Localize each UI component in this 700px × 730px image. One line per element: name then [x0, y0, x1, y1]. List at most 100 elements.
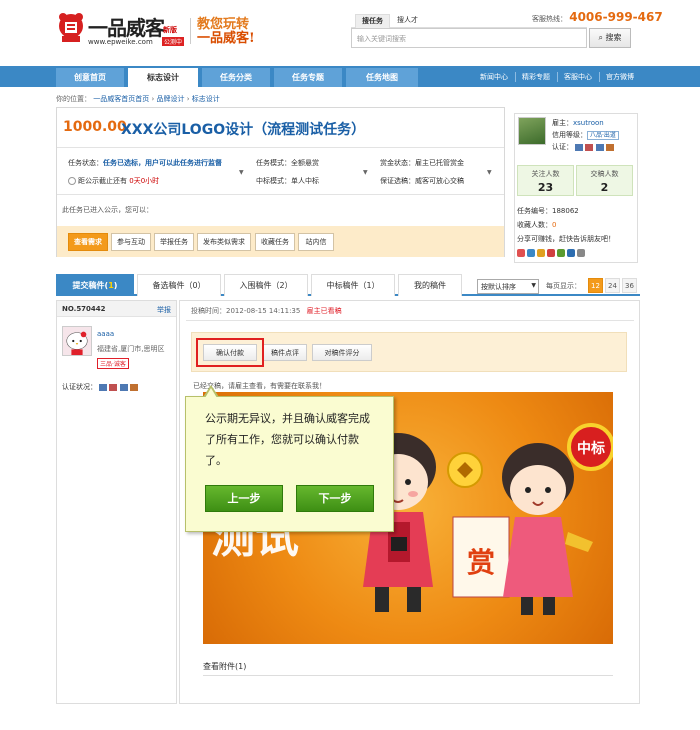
more-share-icon[interactable]: [577, 249, 585, 257]
breadcrumb-brand[interactable]: 品牌设计: [157, 95, 185, 103]
task-mode: 任务模式：全额悬赏: [256, 158, 319, 168]
breadcrumb-logo[interactable]: 标志设计: [192, 95, 220, 103]
favorite-task-button[interactable]: 收藏任务: [255, 233, 295, 251]
tab-submitted-label: 提交稿件: [72, 281, 105, 290]
author-level: 三品·诚客: [97, 358, 129, 369]
prev-step-button[interactable]: 上一步: [205, 485, 283, 512]
renren-icon[interactable]: [547, 249, 555, 257]
header-divider: [190, 18, 191, 44]
new-version-badge: 新版: [163, 26, 177, 34]
nav-link-service[interactable]: 客服中心: [564, 72, 592, 82]
auth-row: 认证：: [552, 142, 614, 152]
perpage-24[interactable]: 24: [605, 278, 620, 293]
reward-status: 赏金状态：雇主已托管赏金: [380, 158, 464, 168]
search-input[interactable]: 输入关键词搜索: [351, 28, 587, 48]
nav-link-specials[interactable]: 精彩专题: [522, 72, 550, 82]
search-icon: ⌕: [598, 33, 603, 42]
report-task-button[interactable]: 举报任务: [154, 233, 194, 251]
nav-item-topics[interactable]: 任务专题: [274, 68, 342, 87]
search-button[interactable]: ⌕ 搜索: [589, 28, 631, 48]
tab-submitted[interactable]: 提交稿件(1): [56, 274, 134, 296]
chevron-down-icon: ▼: [531, 282, 536, 289]
nav-link-news[interactable]: 新闻中心: [480, 72, 508, 82]
kaixin-icon[interactable]: [567, 249, 575, 257]
author-name[interactable]: aaaa: [97, 330, 114, 338]
tab-winners[interactable]: 中标稿件（1）: [311, 274, 395, 296]
next-step-button[interactable]: 下一步: [296, 485, 374, 512]
breadcrumb-prefix: 你的位置：: [56, 95, 91, 103]
join-interaction-button[interactable]: 参与互动: [111, 233, 151, 251]
reward-status-value: 雇主已托管赏金: [415, 159, 464, 167]
countdown-prefix: 距公示截止还有: [78, 177, 127, 185]
submit-time: 投稿时间：2012-08-15 14:11:35 雇主已看稿: [191, 306, 342, 316]
auth-icon: [99, 383, 108, 391]
author-avatar[interactable]: [62, 326, 92, 356]
tab-my-entries[interactable]: 我的稿件: [398, 274, 462, 296]
task-id-row: 任务编号：188062: [517, 206, 579, 216]
review-entry-button[interactable]: 稿件点评: [263, 344, 307, 361]
qzone-icon[interactable]: [537, 249, 545, 257]
nav-item-home[interactable]: 创意首页: [56, 68, 124, 87]
tab-finalists[interactable]: 入围稿件（2）: [224, 274, 308, 296]
nav-divider: [557, 72, 558, 82]
tab-shortlist[interactable]: 备选稿件（0）: [137, 274, 221, 296]
sort-select[interactable]: 按默认排序 ▼: [477, 279, 539, 294]
bid-mode: 中标模式：单人中标: [256, 176, 319, 186]
share-icons: [517, 249, 607, 257]
task-mode-value: 全额悬赏: [291, 159, 319, 167]
nav-item-logo-design[interactable]: 标志设计: [128, 68, 198, 87]
nav-item-map[interactable]: 任务地图: [346, 68, 418, 87]
nav-item-categories[interactable]: 任务分类: [202, 68, 270, 87]
chevron-down-icon[interactable]: ▼: [239, 169, 244, 176]
deals-label: 交稿人数: [590, 170, 619, 178]
perpage-12[interactable]: 12: [588, 278, 603, 293]
slogan[interactable]: 教您玩转 一品威客!: [197, 18, 255, 46]
search-tab-talent[interactable]: 搜人才: [391, 14, 424, 28]
employer-name[interactable]: xsutroon: [573, 119, 604, 127]
auth-icon: [119, 383, 128, 391]
view-attachments[interactable]: 查看附件(1): [203, 661, 246, 672]
followers-count: 23: [537, 181, 554, 194]
countdown-value: 0天0小时: [129, 177, 160, 185]
chevron-down-icon[interactable]: ▼: [487, 169, 492, 176]
credit-row: 信用等级： 八品·出道: [552, 130, 619, 140]
task-status: 任务状态：任务已选标，用户可以此任务进行监督: [68, 158, 222, 168]
report-link[interactable]: 举报: [157, 305, 171, 315]
task-mode-label: 任务模式：: [256, 159, 291, 167]
message-button[interactable]: 站内信: [298, 233, 334, 251]
douban-icon[interactable]: [557, 249, 565, 257]
main-nav: 创意首页 标志设计 任务分类 任务专题 任务地图 新闻中心 精彩专题 客服中心 …: [0, 66, 700, 87]
auth-icon: [595, 143, 604, 151]
nav-divider: [515, 72, 516, 82]
perpage-36[interactable]: 36: [622, 278, 637, 293]
nav-link-weibo[interactable]: 官方微博: [606, 72, 634, 82]
author-auth-label: 认证状况：: [62, 383, 97, 391]
nav-divider: [599, 72, 600, 82]
hotline-label: 客服热线：: [532, 15, 567, 23]
employer-avatar[interactable]: [518, 117, 546, 145]
rate-entry-button[interactable]: 对稿件评分: [312, 344, 372, 361]
breadcrumb-home[interactable]: 一品威客首页首页: [93, 95, 149, 103]
task-status-value: 任务已选标，用户可以此任务进行监督: [103, 159, 222, 167]
search-tab-tasks[interactable]: 搜任务: [355, 14, 390, 28]
artwork-badge: 中标: [577, 440, 605, 457]
qq-icon[interactable]: [527, 249, 535, 257]
entry-number: NO.570442: [62, 305, 106, 313]
view-requirements-button[interactable]: 查看需求: [68, 233, 108, 251]
auth-label: 认证：: [552, 143, 573, 151]
guarantee-label: 保证选稿：: [380, 177, 415, 185]
sort-label: 按默认排序: [481, 283, 516, 291]
guarantee: 保证选稿：威客可放心交稿: [380, 176, 464, 186]
deals-count: 2: [600, 181, 609, 194]
followers-label: 关注人数: [531, 170, 560, 178]
credit-label: 信用等级：: [552, 131, 587, 139]
logo-text[interactable]: 一品威客: [88, 12, 165, 41]
auth-icon: [575, 143, 584, 151]
seen-status: 雇主已看稿: [306, 307, 342, 315]
detail-divider: [186, 320, 634, 321]
chevron-down-icon[interactable]: ▼: [363, 169, 368, 176]
weibo-icon[interactable]: [517, 249, 525, 257]
publish-similar-button[interactable]: 发布类似需求: [197, 233, 251, 251]
task-price: 1000.00: [63, 119, 127, 135]
logo-icon: [59, 13, 83, 42]
